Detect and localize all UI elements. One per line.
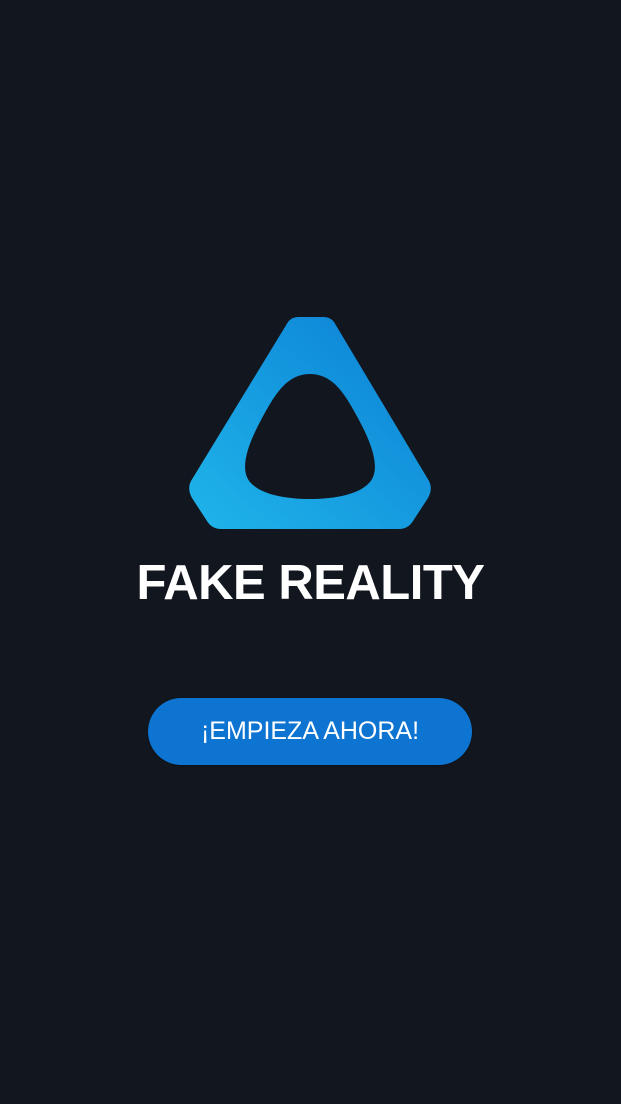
start-now-button[interactable]: ¡EMPIEZA AHORA!: [148, 698, 472, 765]
app-logo-icon: [188, 316, 432, 532]
splash-screen: FAKE REALITY ¡EMPIEZA AHORA!: [0, 0, 621, 1104]
app-title: FAKE REALITY: [136, 556, 485, 610]
